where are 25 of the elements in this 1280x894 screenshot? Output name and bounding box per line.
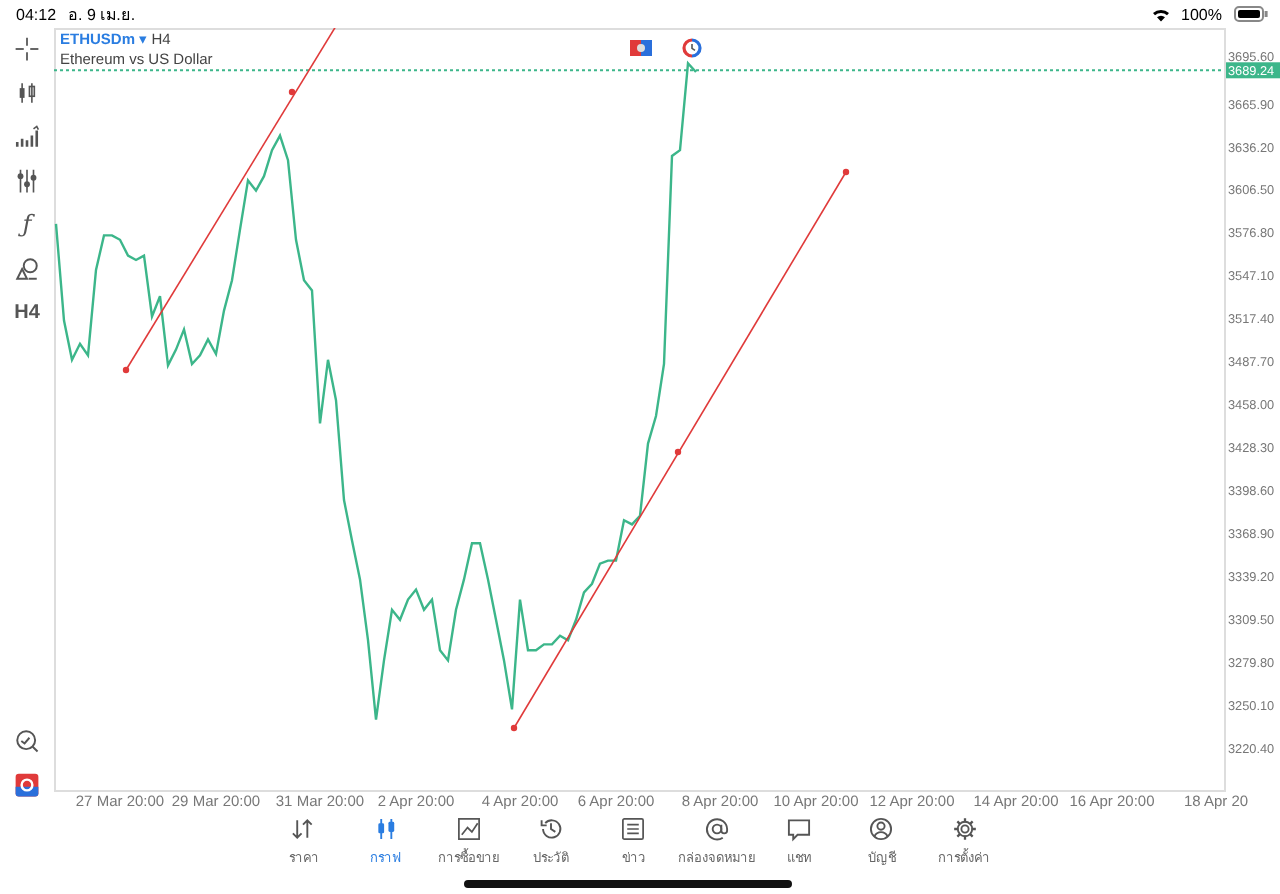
chat-bubble-icon (786, 816, 813, 842)
app-logo-icon[interactable] (14, 772, 40, 798)
toolbar-button[interactable]: H4 (14, 296, 40, 330)
status-date: อ. 9 เม.ย. (68, 3, 136, 27)
candlestick-icon[interactable] (14, 80, 40, 106)
toolbar-button[interactable]: ƒ (22, 208, 32, 242)
battery-icon (1234, 6, 1268, 22)
one-click-trade-icon[interactable] (630, 40, 652, 56)
candlestick-icon (373, 816, 400, 842)
wifi-icon (1151, 7, 1170, 21)
history-icon (538, 816, 565, 842)
battery-percent: 100% (1181, 5, 1222, 23)
status-time: 04:12 (16, 5, 57, 23)
settings-icon (951, 816, 978, 842)
sliders-icon[interactable] (14, 168, 40, 194)
shapes-icon[interactable] (14, 256, 40, 282)
arrows-icon (290, 816, 317, 842)
person-icon (868, 816, 895, 842)
bar-chart-icon[interactable] (14, 124, 40, 150)
line-chart-icon (455, 816, 482, 842)
chart-search-icon[interactable] (14, 728, 40, 754)
crosshair-icon[interactable] (14, 36, 40, 62)
newspaper-icon (620, 816, 647, 842)
at-sign-icon (703, 816, 730, 842)
clock-icon[interactable] (682, 38, 702, 58)
